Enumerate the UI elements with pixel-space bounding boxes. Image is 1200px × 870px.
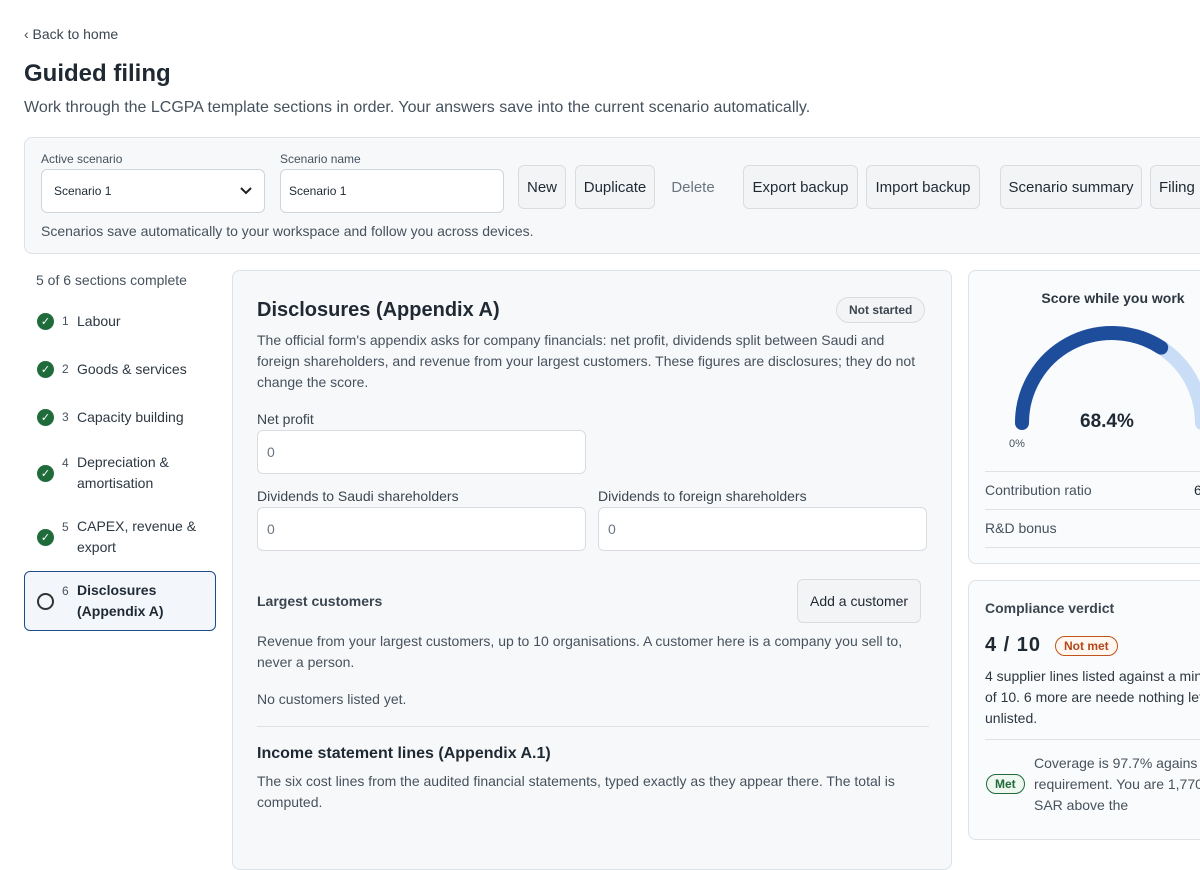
rd-bonus-label: R&D bonus xyxy=(985,520,1057,536)
check-circle-icon: ✓ xyxy=(37,409,54,426)
gauge-fill xyxy=(1015,326,1169,430)
dividends-foreign-label: Dividends to foreign shareholders xyxy=(598,488,807,504)
row-divider xyxy=(985,471,1200,472)
section-status-badge: Not started xyxy=(836,297,926,323)
scenario-name-value: Scenario 1 xyxy=(289,184,347,198)
row-divider xyxy=(985,509,1200,510)
gauge-min-label: 0% xyxy=(1009,438,1025,450)
back-to-home-link[interactable]: ‹ Back to home xyxy=(24,26,118,42)
dividends-saudi-value: 0 xyxy=(267,521,275,537)
income-statement-title: Income statement lines (Appendix A.1) xyxy=(257,745,551,762)
section-panel: Disclosures (Appendix A) Not started The… xyxy=(232,270,952,870)
check-circle-icon: ✓ xyxy=(37,361,54,378)
section-divider xyxy=(257,726,929,727)
sidebar-item-number: 4 xyxy=(62,456,69,470)
sidebar-item-label: Labour xyxy=(77,313,121,329)
coverage-text: Coverage is 97.7% agains 70% requirement… xyxy=(1034,755,1200,813)
met-badge: Met xyxy=(986,774,1025,794)
page-title: Guided filing xyxy=(24,60,171,87)
sidebar-item-capex[interactable]: ✓ 5 CAPEX, revenue & export xyxy=(24,514,216,560)
delete-scenario-button[interactable]: Delete xyxy=(663,165,723,209)
chevron-down-icon xyxy=(240,187,252,195)
sidebar-item-disclosures[interactable]: 6 Disclosures (Appendix A) xyxy=(24,571,216,631)
net-profit-input[interactable]: 0 xyxy=(257,430,586,474)
sidebar-item-depreciation[interactable]: ✓ 4 Depreciation & amortisation xyxy=(24,450,216,496)
compliance-verdict-card: Compliance verdict 4 / 10 Not met 4 supp… xyxy=(968,580,1200,840)
sidebar-item-goods-services[interactable]: ✓ 2 Goods & services xyxy=(24,358,216,382)
sidebar-item-label: CAPEX, revenue & export xyxy=(77,518,197,555)
add-customer-button[interactable]: Add a customer xyxy=(797,579,922,623)
scenario-toolbar: Active scenario Scenario 1 Scenario name… xyxy=(24,137,1200,254)
sidebar-item-number: 6 xyxy=(62,584,69,598)
contribution-ratio-label: Contribution ratio xyxy=(985,482,1092,498)
sidebar-item-number: 1 xyxy=(62,314,69,328)
dividends-saudi-input[interactable]: 0 xyxy=(257,507,586,551)
export-backup-button[interactable]: Export backup xyxy=(743,165,858,209)
new-scenario-button[interactable]: New xyxy=(518,165,566,209)
verdict-title: Compliance verdict xyxy=(985,600,1115,616)
verdict-text: 4 supplier lines listed against a minimu… xyxy=(985,668,1200,726)
page-intro: Work through the LCGPA template sections… xyxy=(24,99,811,116)
income-statement-description: The six cost lines from the audited fina… xyxy=(257,773,895,810)
row-divider xyxy=(985,739,1200,740)
customers-empty-state: No customers listed yet. xyxy=(257,691,407,707)
scenario-summary-button[interactable]: Scenario summary xyxy=(1000,165,1142,209)
section-title: Disclosures (Appendix A) xyxy=(257,299,500,321)
dividends-saudi-label: Dividends to Saudi shareholders xyxy=(257,488,459,504)
largest-customers-heading: Largest customers xyxy=(257,593,383,609)
filing-button[interactable]: Filing p xyxy=(1150,165,1200,209)
not-met-badge: Not met xyxy=(1055,636,1118,656)
row-divider xyxy=(985,547,1200,548)
score-card: Score while you work 68.4% 0% 100 Contri… xyxy=(968,270,1200,564)
check-circle-icon: ✓ xyxy=(37,465,54,482)
check-circle-icon: ✓ xyxy=(37,313,54,330)
dividends-foreign-value: 0 xyxy=(608,521,616,537)
net-profit-label: Net profit xyxy=(257,411,314,427)
scenario-name-input[interactable]: Scenario 1 xyxy=(280,169,504,213)
sidebar-item-number: 2 xyxy=(62,362,69,376)
duplicate-scenario-button[interactable]: Duplicate xyxy=(575,165,655,209)
score-value: 68.4% xyxy=(1080,411,1134,432)
sidebar-item-label: Disclosures (Appendix A) xyxy=(77,582,164,619)
sidebar-item-labour[interactable]: ✓ 1 Labour xyxy=(24,310,216,334)
sidebar-item-label: Goods & services xyxy=(77,361,187,377)
sections-progress: 5 of 6 sections complete xyxy=(36,272,187,288)
dividends-foreign-input[interactable]: 0 xyxy=(598,507,927,551)
score-title: Score while you work xyxy=(1041,290,1185,306)
contribution-ratio-value: 6 xyxy=(1194,482,1200,498)
sidebar-item-label: Depreciation & amortisation xyxy=(77,454,169,491)
verdict-score: 4 / 10 xyxy=(985,634,1042,656)
check-circle-icon: ✓ xyxy=(37,529,54,546)
active-scenario-label: Active scenario xyxy=(41,152,123,166)
sidebar-item-number: 3 xyxy=(62,410,69,424)
sidebar-item-label: Capacity building xyxy=(77,409,184,425)
scenario-name-label: Scenario name xyxy=(280,152,361,166)
customers-description: Revenue from your largest customers, up … xyxy=(257,633,903,670)
net-profit-value: 0 xyxy=(267,444,275,460)
sidebar-item-number: 5 xyxy=(62,520,69,534)
import-backup-button[interactable]: Import backup xyxy=(866,165,980,209)
autosave-note: Scenarios save automatically to your wor… xyxy=(41,223,534,239)
gauge-track xyxy=(1015,326,1200,430)
active-scenario-select[interactable]: Scenario 1 xyxy=(41,169,265,213)
empty-circle-icon xyxy=(37,593,54,610)
active-scenario-value: Scenario 1 xyxy=(54,184,112,198)
section-description: The official form's appendix asks for co… xyxy=(257,332,916,390)
sidebar-item-capacity-building[interactable]: ✓ 3 Capacity building xyxy=(24,406,216,430)
